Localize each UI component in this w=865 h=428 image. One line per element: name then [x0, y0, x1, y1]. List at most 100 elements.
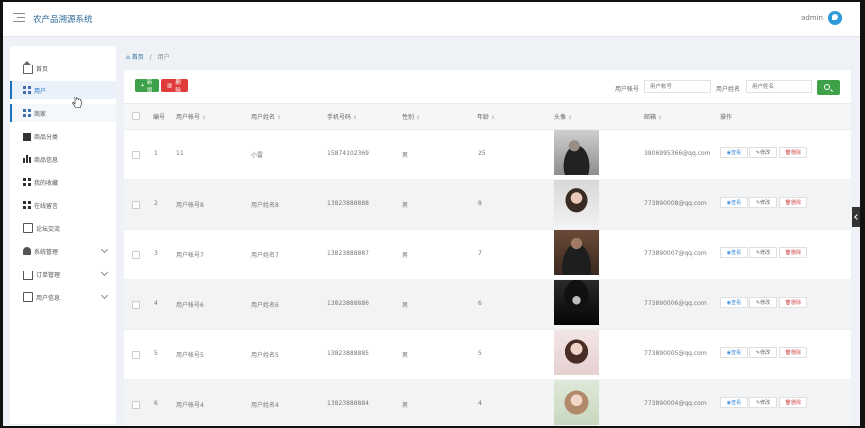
username[interactable]: admin: [801, 14, 823, 22]
cell-email: 773890008@qq.com: [644, 200, 707, 207]
bar-chart-icon: [23, 155, 31, 163]
cell-email: 773890006@qq.com: [644, 300, 707, 307]
breadcrumb: ⌂ 首页 / 用户: [126, 54, 170, 61]
view-button[interactable]: ◉ 查看: [720, 197, 748, 208]
cell-phone: 13823888887: [327, 250, 369, 257]
view-button[interactable]: ◉ 查看: [720, 347, 748, 358]
edit-button[interactable]: ✎ 修改: [749, 347, 777, 358]
card-icon: [23, 292, 33, 302]
col-actions: 操作: [720, 114, 733, 121]
batch-delete-button[interactable]: ▥ 删除: [161, 79, 188, 94]
sidebar-item-messages[interactable]: 在线留言: [10, 196, 116, 214]
row-checkbox[interactable]: [132, 401, 140, 409]
name-filter-label: 用户姓名: [716, 86, 741, 93]
row-checkbox[interactable]: [132, 201, 140, 209]
edit-button[interactable]: ✎ 修改: [749, 197, 777, 208]
account-filter-label: 用户帐号: [615, 86, 640, 93]
avatar[interactable]: [828, 11, 842, 25]
avatar-photo[interactable]: [554, 230, 599, 275]
delete-button[interactable]: 🗑 删除: [779, 347, 807, 358]
cell-index: 5: [154, 350, 158, 357]
menu-toggle-icon[interactable]: [13, 13, 25, 23]
cell-account: 用户帐号5: [176, 352, 204, 359]
sidebar-item-label: 商品分类: [34, 133, 59, 141]
col-name[interactable]: 用户姓名 ⇕: [251, 112, 281, 121]
cell-age: 25: [478, 150, 486, 157]
delete-button[interactable]: 🗑 删除: [779, 297, 807, 308]
col-age[interactable]: 年龄 ⇕: [477, 112, 495, 121]
cell-name: 用户姓名7: [251, 252, 279, 259]
grid-icon: [23, 201, 31, 209]
view-button[interactable]: ◉ 查看: [720, 147, 748, 158]
row-checkbox[interactable]: [132, 351, 140, 359]
name-search-input[interactable]: [746, 80, 812, 93]
delete-button[interactable]: 🗑 删除: [779, 397, 807, 408]
edit-button[interactable]: ✎ 修改: [749, 247, 777, 258]
row-checkbox[interactable]: [132, 301, 140, 309]
breadcrumb-home[interactable]: ⌂ 首页: [126, 54, 144, 61]
cell-account: 用户帐号6: [176, 302, 204, 309]
avatar-photo[interactable]: [554, 330, 599, 375]
cell-age: 7: [478, 250, 482, 257]
sidebar-item-label: 订单管理: [36, 271, 61, 279]
row-checkbox[interactable]: [132, 151, 140, 159]
sidebar-item-orders[interactable]: 订单管理: [10, 265, 116, 283]
grid-icon: [23, 86, 31, 94]
view-button[interactable]: ◉ 查看: [720, 297, 748, 308]
table-row: 5 用户帐号5 用户姓名5 13823888885 男 5 773890005@…: [124, 329, 851, 380]
edit-button[interactable]: ✎ 修改: [749, 397, 777, 408]
cell-gender: 男: [402, 302, 409, 309]
sidebar-item-userinfo[interactable]: 用户信息: [10, 288, 116, 306]
sidebar-item-home[interactable]: 首页: [10, 59, 116, 77]
col-gender[interactable]: 性别 ⇕: [402, 112, 420, 121]
sidebar-item-favorites[interactable]: 我的收藏: [10, 173, 116, 191]
row-checkbox[interactable]: [132, 251, 140, 259]
edit-button[interactable]: ✎ 修改: [749, 147, 777, 158]
view-button[interactable]: ◉ 查看: [720, 397, 748, 408]
collapse-handle[interactable]: [852, 207, 860, 227]
col-account[interactable]: 用户帐号 ⇕: [176, 112, 206, 121]
avatar-photo[interactable]: [554, 180, 599, 225]
cell-gender: 男: [402, 152, 409, 159]
sidebar-item-products[interactable]: 商品信息: [10, 150, 116, 168]
cell-phone: 13823888885: [327, 350, 369, 357]
cell-gender: 男: [402, 402, 409, 409]
delete-button[interactable]: 🗑 删除: [779, 197, 807, 208]
cell-age: 6: [478, 300, 482, 307]
app-window: 农产品溯源系统 admin 首页 用户 商家 商品分类 商品信息 我的收藏 在线…: [3, 2, 860, 426]
add-button[interactable]: + 新增: [135, 79, 159, 94]
sidebar: 首页 用户 商家 商品分类 商品信息 我的收藏 在线留言 论坛交流 系统管理 订…: [10, 46, 116, 424]
cell-account: 用户帐号4: [176, 402, 204, 409]
edit-button[interactable]: ✎ 修改: [749, 297, 777, 308]
col-email[interactable]: 邮箱 ⇕: [644, 112, 662, 121]
cell-gender: 男: [402, 202, 409, 209]
cell-phone: 13823888886: [327, 300, 369, 307]
sidebar-item-forum[interactable]: 论坛交流: [10, 219, 116, 237]
delete-button[interactable]: 🗑 删除: [779, 147, 807, 158]
main-panel: +新增 ▥删除 用户帐号 用户姓名 编号 用户帐号⇕ 用户姓名⇕ 手机号码⇕ 性…: [124, 70, 851, 426]
avatar-photo[interactable]: [554, 130, 599, 175]
sidebar-item-users[interactable]: 用户: [10, 81, 116, 99]
cell-age: 8: [478, 200, 482, 207]
chat-icon: [23, 223, 33, 233]
sidebar-item-system[interactable]: 系统管理: [10, 242, 116, 260]
avatar-photo[interactable]: [554, 280, 599, 325]
cart-icon: [23, 270, 33, 280]
cell-name: 小雷: [251, 152, 264, 159]
sidebar-item-label: 首页: [36, 65, 49, 73]
col-phone[interactable]: 手机号码 ⇕: [327, 112, 357, 121]
breadcrumb-current: 用户: [157, 54, 170, 61]
search-button[interactable]: [817, 80, 840, 95]
account-search-input[interactable]: [644, 80, 711, 93]
cell-name: 用户姓名5: [251, 352, 279, 359]
view-button[interactable]: ◉ 查看: [720, 247, 748, 258]
col-avatar[interactable]: 头像 ⇕: [554, 112, 572, 121]
avatar-photo[interactable]: [554, 380, 599, 425]
delete-button[interactable]: 🗑 删除: [779, 247, 807, 258]
cell-email: 773890004@qq.com: [644, 400, 707, 407]
top-bar: 农产品溯源系统 admin: [3, 2, 860, 37]
select-all-checkbox[interactable]: [132, 112, 140, 120]
sidebar-item-merchants[interactable]: 商家: [10, 104, 116, 122]
sidebar-item-label: 商品信息: [34, 156, 59, 164]
sidebar-item-categories[interactable]: 商品分类: [10, 127, 116, 145]
